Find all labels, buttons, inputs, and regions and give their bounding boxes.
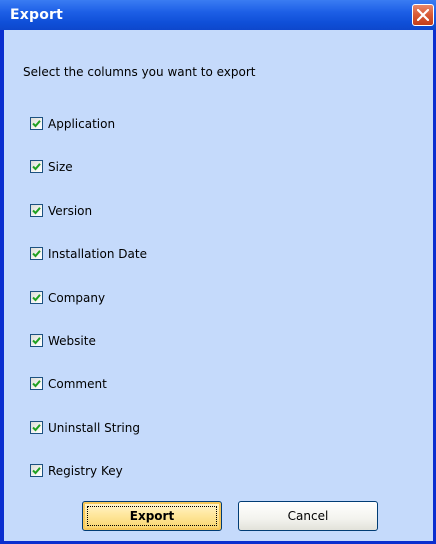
export-dialog: Export Select the columns you want to ex… [0, 0, 436, 544]
option-label: Registry Key [48, 464, 123, 478]
focus-rect [87, 506, 217, 526]
checkmark-icon [32, 250, 41, 258]
prompt-text: Select the columns you want to export [23, 65, 256, 79]
cancel-button[interactable]: Cancel [238, 501, 378, 531]
checkmark-icon [32, 467, 41, 475]
cancel-button-label: Cancel [287, 509, 329, 523]
checkbox[interactable] [30, 421, 43, 434]
checkbox[interactable] [30, 291, 43, 304]
checkbox[interactable] [30, 247, 43, 260]
option-label: Uninstall String [48, 421, 140, 435]
close-button[interactable] [412, 4, 434, 26]
dialog-body: Select the columns you want to export Ap… [4, 30, 433, 541]
option-label: Company [48, 291, 106, 305]
option-label: Comment [48, 377, 107, 391]
checkmark-icon [32, 424, 41, 432]
option-label: Website [48, 334, 96, 348]
checkbox[interactable] [30, 160, 43, 173]
export-button[interactable]: Export [82, 501, 222, 531]
checkmark-icon [32, 294, 41, 302]
close-icon [417, 9, 429, 21]
option-label: Application [48, 117, 116, 131]
checkbox[interactable] [30, 464, 43, 477]
window-title: Export [10, 7, 64, 23]
title-bar[interactable]: Export [0, 0, 436, 30]
option-label: Installation Date [48, 247, 147, 261]
checkmark-icon [32, 207, 41, 215]
checkmark-icon [32, 163, 41, 171]
checkbox[interactable] [30, 334, 43, 347]
checkmark-icon [32, 120, 41, 128]
checkbox[interactable] [30, 204, 43, 217]
checkmark-icon [32, 337, 41, 345]
checkbox[interactable] [30, 377, 43, 390]
option-label: Size [48, 160, 73, 174]
checkbox[interactable] [30, 117, 43, 130]
option-label: Version [48, 204, 93, 218]
checkmark-icon [32, 380, 41, 388]
